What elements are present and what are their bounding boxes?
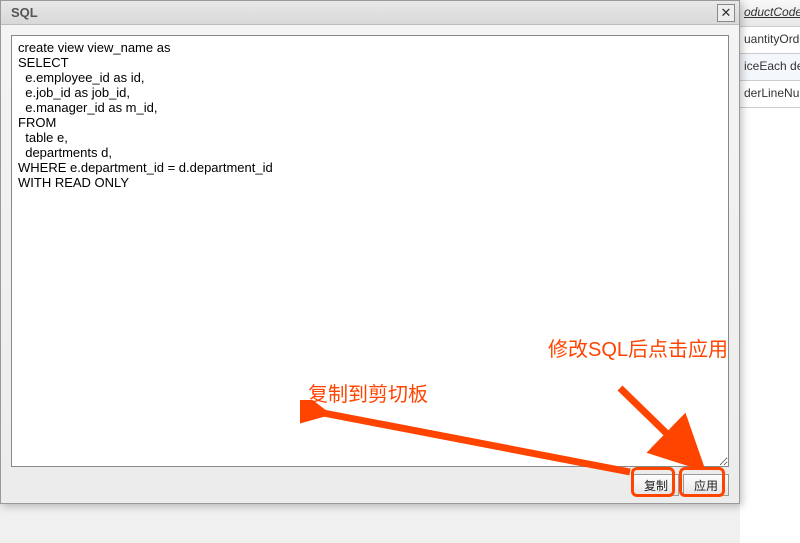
bg-col-cell: uantityOrderec bbox=[740, 27, 800, 54]
background-table-fragment: oductCode va uantityOrderec iceEach deci… bbox=[740, 0, 800, 543]
dialog-button-row: 复制 应用 bbox=[11, 467, 729, 497]
apply-button[interactable]: 应用 bbox=[683, 474, 729, 496]
bg-col-cell: derLineNumbe bbox=[740, 81, 800, 108]
close-button[interactable]: ✕ bbox=[717, 4, 735, 22]
sql-dialog: SQL ✕ 复制 应用 bbox=[0, 0, 740, 504]
dialog-body: 复制 应用 bbox=[1, 25, 739, 503]
dialog-title: SQL bbox=[11, 5, 38, 20]
dialog-titlebar: SQL ✕ bbox=[1, 1, 739, 25]
bg-col-cell: iceEach decim bbox=[740, 54, 800, 81]
sql-textarea[interactable] bbox=[11, 35, 729, 467]
bg-col-header: oductCode va bbox=[740, 0, 800, 27]
copy-button[interactable]: 复制 bbox=[633, 474, 679, 496]
close-icon: ✕ bbox=[721, 6, 732, 19]
